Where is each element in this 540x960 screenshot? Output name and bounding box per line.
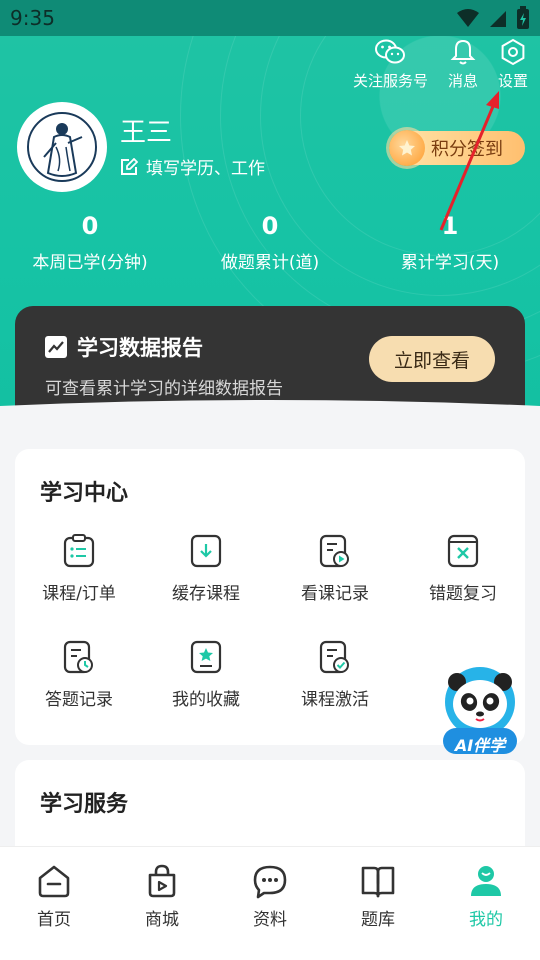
activate-course-icon (319, 640, 349, 674)
star-bookmark-icon (190, 640, 222, 674)
messages-label: 消息 (447, 72, 478, 90)
avatar[interactable] (17, 102, 107, 192)
report-title: 学习数据报告 (77, 336, 203, 360)
tab-label: 资料 (253, 910, 287, 930)
download-doc-icon (190, 534, 222, 568)
edit-profile-label: 填写学历、工作 (146, 159, 265, 179)
ai-companion-label: AI伴学 (454, 736, 506, 755)
view-report-button[interactable]: 立即查看 (369, 336, 495, 382)
profile-icon (471, 866, 501, 896)
wifi-icon (457, 9, 479, 27)
tab-question-bank[interactable]: 题库 (324, 847, 432, 960)
system-icons (456, 6, 530, 30)
grid-item-watch-history[interactable]: 看课记录 (271, 533, 399, 604)
stats-row: 0 本周已学(分钟) 0 做题累计(道) 1 累计学习(天) (0, 212, 540, 273)
report-subtitle: 可查看累计学习的详细数据报告 (45, 379, 283, 399)
shop-bag-icon (148, 864, 176, 898)
coin-icon (389, 130, 425, 166)
stat-label: 做题累计(道) (220, 253, 320, 273)
stat-study-days[interactable]: 1 累计学习(天) (360, 212, 540, 273)
grid-item-label: 错题复习 (429, 584, 497, 604)
tab-label: 我的 (469, 910, 503, 930)
grid-item-label: 看课记录 (301, 584, 369, 604)
stat-value: 0 (261, 212, 279, 240)
ai-companion-button[interactable]: AI伴学 (441, 666, 519, 758)
tab-label: 题库 (361, 910, 395, 930)
book-icon (361, 866, 395, 898)
user-name: 王三 (120, 118, 173, 148)
header-actions: 关注服务号 消息 设置 (353, 38, 528, 91)
status-time: 9:35 (10, 6, 55, 30)
wechat-follow-button[interactable]: 关注服务号 (353, 38, 428, 91)
bell-icon (450, 39, 476, 65)
bottom-tab-bar: 首页 商城 资料 题库 我的 (0, 846, 540, 960)
signal-icon (490, 11, 506, 27)
stat-value: 1 (441, 212, 459, 240)
answer-record-icon (63, 640, 93, 674)
tab-label: 首页 (37, 910, 71, 930)
tab-mine[interactable]: 我的 (432, 847, 540, 960)
play-record-icon (319, 534, 349, 568)
grid-item-label: 答题记录 (45, 690, 113, 710)
settings-button[interactable]: 设置 (498, 38, 528, 91)
header-curve-divider (0, 400, 540, 440)
grid-item-label: 我的收藏 (172, 690, 240, 710)
grid-item-wrong-review[interactable]: 错题复习 (399, 533, 527, 604)
grid-item-label: 课程激活 (301, 690, 369, 710)
gear-icon (501, 38, 525, 66)
battery-icon (517, 6, 529, 29)
settings-label: 设置 (497, 72, 528, 90)
home-icon (38, 865, 70, 898)
messages-button[interactable]: 消息 (448, 38, 478, 91)
stat-label: 本周已学(分钟) (32, 253, 148, 273)
grid-item-courses-orders[interactable]: 课程/订单 (15, 533, 143, 604)
tab-home[interactable]: 首页 (0, 847, 108, 960)
wechat-follow-label: 关注服务号 (352, 72, 428, 90)
tab-label: 商城 (145, 910, 179, 930)
grid-item-favorites[interactable]: 我的收藏 (142, 639, 270, 710)
stat-questions-done[interactable]: 0 做题累计(道) (180, 212, 360, 273)
edit-icon (121, 157, 138, 175)
avatar-image (27, 112, 97, 182)
status-bar: 9:35 (0, 0, 540, 36)
points-signin-button[interactable]: 积分签到 (389, 130, 525, 166)
wrong-question-icon (447, 534, 479, 568)
grid-item-answer-history[interactable]: 答题记录 (15, 639, 143, 710)
tab-shop[interactable]: 商城 (108, 847, 216, 960)
grid-item-activate-course[interactable]: 课程激活 (271, 639, 399, 710)
grid-item-cached-courses[interactable]: 缓存课程 (142, 533, 270, 604)
clipboard-list-icon (63, 534, 95, 568)
stat-label: 累计学习(天) (400, 253, 500, 273)
study-service-title: 学习服务 (40, 792, 129, 817)
edit-profile-link[interactable]: 填写学历、工作 (120, 154, 265, 179)
signin-label: 积分签到 (431, 139, 503, 160)
study-center-title: 学习中心 (40, 481, 129, 506)
trend-chart-icon (45, 336, 67, 358)
stat-value: 0 (81, 212, 99, 240)
grid-item-label: 课程/订单 (42, 584, 116, 604)
wechat-icon (375, 39, 406, 64)
tab-materials[interactable]: 资料 (216, 847, 324, 960)
grid-item-label: 缓存课程 (172, 584, 240, 604)
chat-bubble-icon (253, 865, 287, 899)
stat-weekly-minutes[interactable]: 0 本周已学(分钟) (0, 212, 180, 273)
